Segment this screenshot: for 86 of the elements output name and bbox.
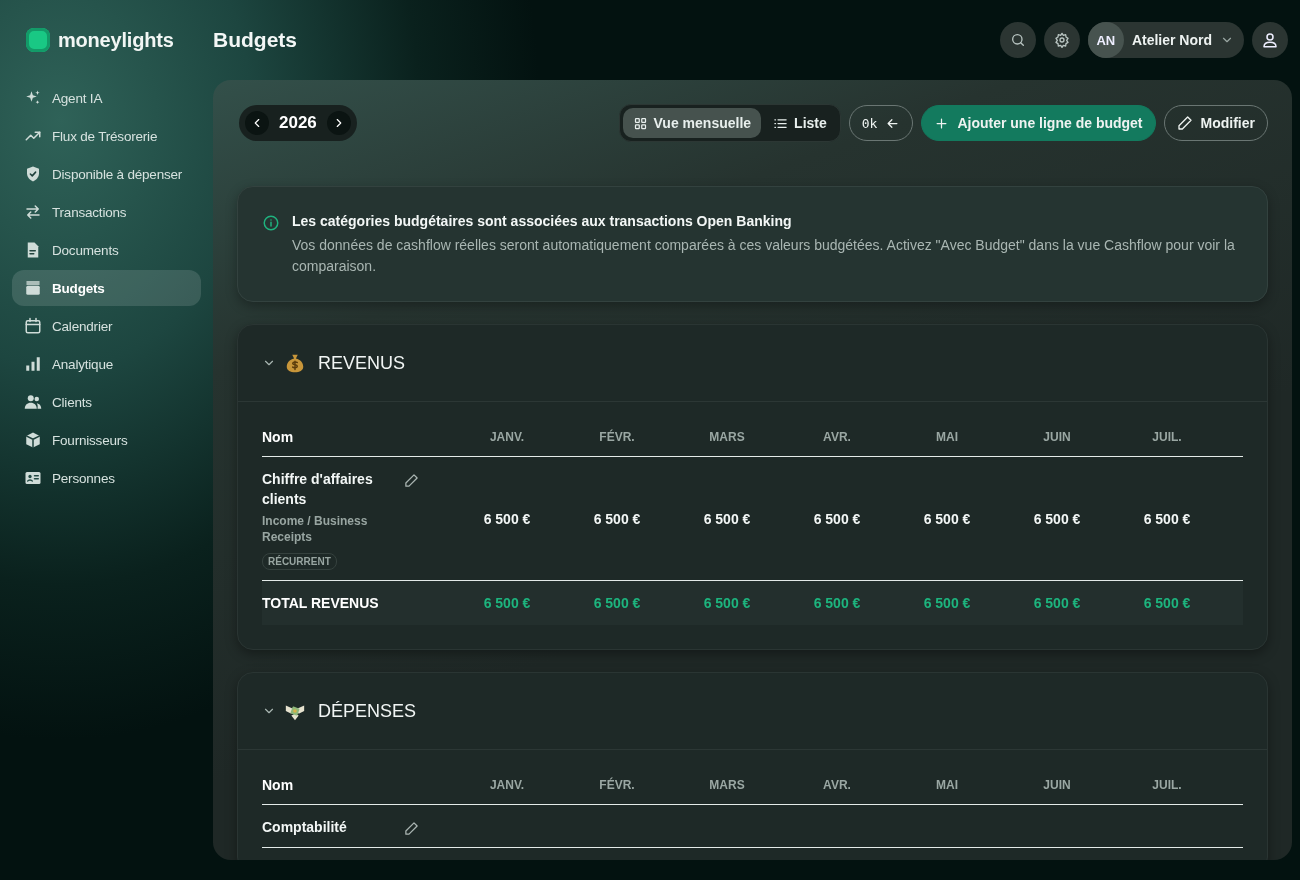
category-text: Income / Business Receipts xyxy=(262,513,369,545)
id-card-icon xyxy=(24,469,42,487)
calendar-icon xyxy=(24,317,42,335)
logo-icon xyxy=(26,28,50,52)
add-budget-line-button[interactable]: Ajouter une ligne de budget xyxy=(921,105,1156,141)
sidebar-item[interactable]: Documents xyxy=(12,232,201,268)
total-label: TOTAL REVENUS xyxy=(262,594,380,613)
users-icon xyxy=(24,393,42,411)
sparkle-icon xyxy=(24,89,42,107)
amount-cell: 6 500 € xyxy=(483,510,531,527)
page-title: Budgets xyxy=(213,28,298,52)
settings-button[interactable] xyxy=(1043,22,1080,58)
total-amount: 6 500 € xyxy=(922,594,972,613)
total-amount: 6 500 € xyxy=(482,594,532,613)
edit-line-button[interactable] xyxy=(404,821,419,836)
edit-line-button[interactable] xyxy=(404,473,419,488)
column-header: MARS xyxy=(708,777,746,794)
view-tab[interactable]: Liste xyxy=(763,108,837,138)
sidebar-item[interactable]: Fournisseurs xyxy=(12,422,201,458)
sidebar-item[interactable]: Disponible à dépenser xyxy=(12,156,201,192)
column-header: MAI xyxy=(935,777,959,794)
box-icon xyxy=(24,431,42,449)
pencil-icon xyxy=(1176,115,1193,131)
next-year-button[interactable] xyxy=(326,111,351,135)
section-title: DÉPENSES xyxy=(318,700,417,722)
column-header: Nom xyxy=(262,776,295,795)
settings-icon xyxy=(1053,32,1070,48)
bar-chart-icon xyxy=(24,355,42,373)
organization-name: Atelier Nord xyxy=(1131,32,1212,48)
total-amount: 6 500 € xyxy=(702,594,752,613)
column-header: JANV. xyxy=(488,777,526,794)
column-header: MAI xyxy=(935,429,959,446)
column-header: MARS xyxy=(708,429,746,446)
view-tab[interactable]: Vue mensuelle xyxy=(622,108,762,138)
sidebar-item[interactable]: Clients xyxy=(12,384,201,420)
column-header: Nom xyxy=(262,428,295,447)
total-amount: 6 500 € xyxy=(1142,594,1192,613)
column-header: JUIN xyxy=(1042,777,1072,794)
sidebar-item[interactable]: Budgets xyxy=(12,270,201,306)
budget-line-name: Comptabilité xyxy=(262,818,348,837)
amount-cell: 6 500 € xyxy=(1033,510,1081,527)
amount-cell: 6 500 € xyxy=(813,510,861,527)
sidebar-item[interactable]: Analytique xyxy=(12,346,201,382)
year-label: 2026 xyxy=(279,113,317,133)
sidebar-item[interactable]: Transactions xyxy=(12,194,201,230)
swap-arrows-icon xyxy=(24,203,42,221)
pencil-icon xyxy=(404,821,419,836)
column-header: FÉVR. xyxy=(598,776,636,794)
app-logo-text: moneylights xyxy=(58,28,174,52)
search-button[interactable] xyxy=(999,22,1036,58)
total-amount: 6 500 € xyxy=(592,594,642,613)
sidebar-item[interactable]: Agent IA xyxy=(12,80,201,116)
column-header: FÉVR. xyxy=(598,428,636,446)
amount-cell: 6 500 € xyxy=(703,510,751,527)
pencil-icon xyxy=(404,473,419,488)
column-header: JUIL. xyxy=(1151,429,1183,446)
user-icon xyxy=(1261,31,1279,49)
info-title: Les catégories budgétaires sont associées aux transactions Open Banking xyxy=(292,213,793,229)
info-text: Vos données de cashflow réelles seront automatiquement comparées à ces valeurs budgétées. Activez "Avec Budget" dans la vue Cashflow pour voir la comparaison. xyxy=(292,236,1236,276)
sidebar-item[interactable]: Personnes xyxy=(12,460,201,496)
sidebar-item[interactable]: Flux de Trésorerie xyxy=(12,118,201,154)
amount-cell: 6 500 € xyxy=(923,510,971,527)
column-header: AVR. xyxy=(822,777,852,794)
organization-avatar: AN xyxy=(1087,22,1124,58)
shield-check-icon xyxy=(24,165,42,183)
previous-year-button[interactable] xyxy=(245,111,269,135)
amount-cell: 6 500 € xyxy=(593,510,641,527)
column-header: JUIN xyxy=(1042,429,1072,446)
column-header: JUIL. xyxy=(1151,777,1183,794)
recurrence-tag: RÉCURRENT xyxy=(262,553,337,570)
section-title: REVENUS xyxy=(318,352,406,374)
info-icon xyxy=(262,214,280,232)
total-amount: 6 500 € xyxy=(1032,594,1082,613)
sidebar-item[interactable]: Calendrier xyxy=(12,308,201,344)
amount-cell: 6 500 € xyxy=(1143,510,1191,527)
organization-switcher[interactable]: AN Atelier Nord xyxy=(1087,22,1244,58)
wallet-icon xyxy=(24,279,42,297)
total-amount: 6 500 € xyxy=(812,594,862,613)
grid-icon xyxy=(632,115,648,131)
budget-line-name: Chiffre d'affaires clients xyxy=(262,470,374,509)
column-header: JANV. xyxy=(488,429,526,446)
money-bag-icon xyxy=(284,352,306,374)
plus-icon xyxy=(934,115,950,131)
search-icon xyxy=(1009,32,1026,48)
column-header: AVR. xyxy=(822,429,852,446)
profile-button[interactable] xyxy=(1252,22,1288,58)
